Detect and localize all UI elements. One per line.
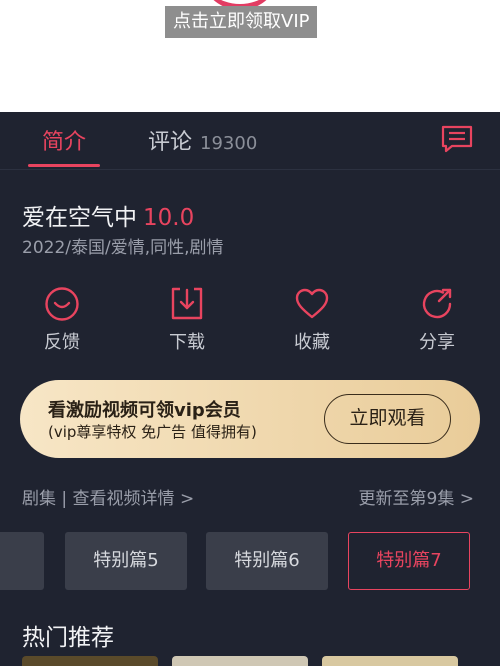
recommend-thumbnail[interactable] bbox=[322, 656, 458, 666]
share-label: 分享 bbox=[419, 332, 455, 353]
tab-bar: 简介 评论 19300 bbox=[0, 112, 500, 170]
list-icon[interactable] bbox=[440, 124, 474, 154]
tab-active-indicator bbox=[28, 164, 100, 167]
favorite-button[interactable]: 收藏 bbox=[272, 286, 352, 354]
download-icon bbox=[171, 287, 203, 320]
feedback-button[interactable]: 反馈 bbox=[22, 286, 102, 354]
download-button[interactable]: 下载 bbox=[147, 286, 227, 354]
show-score: 10.0 bbox=[143, 205, 195, 231]
share-icon bbox=[422, 288, 452, 319]
episodes-detail-link[interactable]: 剧集 | 查看视频详情 > bbox=[22, 484, 194, 509]
tab-intro[interactable]: 简介 bbox=[28, 124, 100, 156]
download-label: 下载 bbox=[169, 332, 205, 353]
detail-panel: 简介 评论 19300 爱在空气中 10.0 2022/泰国/爱情,同性,剧情 反馈… bbox=[0, 112, 500, 666]
feedback-label: 反馈 bbox=[44, 332, 80, 353]
banner-title: 看激励视频可领vip会员 bbox=[48, 400, 241, 421]
recommend-title: 热门推荐 bbox=[22, 625, 114, 651]
share-button[interactable]: 分享 bbox=[397, 286, 477, 354]
comment-count: 19300 bbox=[200, 133, 258, 154]
recommend-thumbnail[interactable] bbox=[172, 656, 308, 666]
episode-button[interactable]: 特别篇5 bbox=[65, 532, 187, 590]
feedback-icon bbox=[45, 287, 79, 321]
episode-update-link[interactable]: 更新至第9集 > bbox=[359, 484, 474, 509]
heart-icon bbox=[295, 288, 329, 319]
episode-button[interactable]: 特别篇6 bbox=[206, 532, 328, 590]
show-title: 爱在空气中 bbox=[22, 205, 137, 231]
banner-subtitle: (vip尊享特权 免广告 值得拥有) bbox=[48, 423, 257, 441]
recommend-thumbnail[interactable] bbox=[22, 656, 158, 666]
vip-tip[interactable]: 点击立即领取VIP bbox=[165, 6, 318, 38]
episode-button-partial[interactable] bbox=[0, 532, 44, 590]
video-player-area[interactable]: 点击立即领取VIP bbox=[0, 0, 500, 112]
favorite-label: 收藏 bbox=[294, 332, 330, 353]
show-meta: 2022/泰国/爱情,同性,剧情 bbox=[22, 238, 224, 258]
show-title-row: 爱在空气中 10.0 bbox=[22, 198, 194, 232]
tab-comments[interactable]: 评论 19300 bbox=[148, 124, 257, 156]
vip-reward-banner[interactable]: 看激励视频可领vip会员 (vip尊享特权 免广告 值得拥有) 立即观看 bbox=[20, 380, 480, 458]
watch-now-button[interactable]: 立即观看 bbox=[324, 394, 451, 444]
episode-button-selected[interactable]: 特别篇7 bbox=[348, 532, 470, 590]
tab-comments-label: 评论 bbox=[148, 130, 193, 155]
